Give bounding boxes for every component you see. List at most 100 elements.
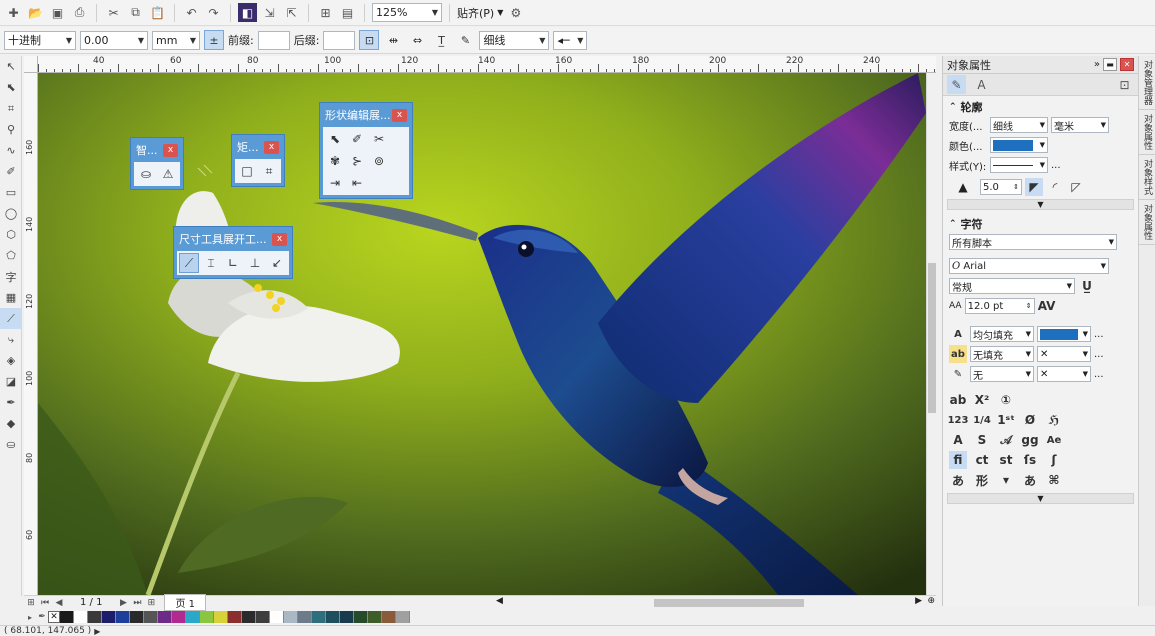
horizontal-vertical-dimension-icon[interactable]: ⌶ [201,253,221,273]
smear-tool-icon[interactable]: ✂ [369,129,389,149]
more-options[interactable]: ... [1094,369,1104,380]
close-icon[interactable]: x [163,143,178,157]
basic-shapes-icon[interactable]: ⬠ [0,245,22,266]
roughen-tool-icon[interactable]: ⇤ [347,173,367,193]
export-icon[interactable]: ⇱ [282,3,301,22]
outline-color-picker[interactable]: ▼ [990,137,1048,153]
small-caps-icon[interactable]: S [973,431,991,449]
minimize-icon[interactable]: ▬ [1103,58,1117,71]
outline-width-select[interactable]: 细线 ▼ [479,30,550,50]
open-folder-icon[interactable]: 📂 [26,3,45,22]
stylistic-icon[interactable]: ① [997,391,1015,409]
miter-limit-input[interactable]: 5.0 ⇕ [980,179,1022,195]
blend-tool-icon[interactable]: ◈ [0,350,22,371]
color-swatch[interactable] [256,611,270,623]
collapse-icon[interactable]: ⌃ [949,102,957,112]
page-options-icon[interactable]: ⊞ [24,597,38,609]
shape-tool-icon[interactable]: ⬉ [0,77,22,98]
smart-fill-icon[interactable]: ⛀ [0,434,22,455]
color-swatch[interactable] [382,611,396,623]
petite-caps-icon[interactable]: Ae [1045,431,1063,449]
zoom-select[interactable]: 125% ▼ [372,3,442,22]
contextual-alternates-icon[interactable]: 𝒜 [997,431,1015,449]
drawing-canvas[interactable]: 智... x ⛀ ⚠ 矩... x □ ⌗ 形状编辑展... x ⬉ ✐ ✂ ✾… [38,73,926,595]
docker-tab[interactable]: 对象属性 [1139,200,1155,245]
prefix-input[interactable] [257,30,290,50]
width-unit-select[interactable]: 毫米 ▼ [1051,117,1109,133]
fraction-icon[interactable]: 1/4 [973,411,991,429]
dynamic-dimension-icon[interactable]: ⊡ [359,30,380,50]
palette-scroll-icon[interactable]: ▸ [24,611,36,623]
expand-section-icon[interactable]: ▼ [947,199,1134,210]
width-variant-icon[interactable]: ▾ [997,471,1015,489]
discretionary-ligatures-icon[interactable]: ct [973,451,991,469]
color-swatch[interactable] [284,611,298,623]
eyedropper-icon[interactable]: ✒ [36,611,48,623]
kerning-icon[interactable]: AV [1038,297,1056,315]
undo-icon[interactable]: ↶ [182,3,201,22]
smart-drawing-icon[interactable]: ⚠ [158,164,178,184]
close-icon[interactable]: x [272,232,287,246]
interactive-fill-icon[interactable]: ◆ [0,413,22,434]
ruby-icon[interactable]: あ [949,471,967,489]
parallel-dimension-icon[interactable]: ⟋ [179,253,199,273]
horizontal-scrollbar[interactable]: ◀ ▶ ⊕ [494,596,936,610]
save-icon[interactable]: ▣ [48,3,67,22]
search-content-icon[interactable]: ◧ [238,3,257,22]
add-page-icon[interactable]: ⊞ [144,597,158,609]
options-icon[interactable]: ⚙ [506,3,525,22]
width-select[interactable]: 细线 ▼ [990,117,1048,133]
next-page-icon[interactable]: ▶ [116,597,130,609]
slashed-zero-icon[interactable]: Ø [1021,411,1039,429]
page-tab[interactable]: 页 1 [164,594,206,611]
three-point-rectangle-icon[interactable]: ⌗ [259,161,279,181]
more-options[interactable]: ... [1094,329,1104,340]
close-icon[interactable]: x [264,140,279,154]
application-launcher-icon[interactable]: ▤ [338,3,357,22]
character-tab-icon[interactable]: A [972,75,991,94]
precision-select[interactable]: 0.00 ▼ [80,30,148,50]
line-style-select[interactable]: ▼ [990,157,1048,173]
text-position-icon[interactable]: ⇹ [383,30,403,50]
no-color-swatch[interactable]: ✕ [48,611,60,623]
scroll-left-icon[interactable]: ◀ [496,596,503,606]
color-swatch[interactable] [130,611,144,623]
copy-icon[interactable]: ⧉ [126,3,145,22]
color-swatch[interactable] [214,611,228,623]
ruler-origin[interactable] [24,56,38,73]
scroll-right-icon[interactable]: ▶ [915,596,922,606]
color-swatch[interactable] [144,611,158,623]
import-icon[interactable]: ⇲ [260,3,279,22]
ellipse-tool-icon[interactable]: ◯ [0,203,22,224]
last-page-icon[interactable]: ⏭ [130,597,144,609]
all-caps-icon[interactable]: A [949,431,967,449]
vertical-ruler[interactable]: 160 140 120 100 80 60 [24,73,38,595]
more-options[interactable]: ... [1094,349,1104,360]
color-swatch[interactable] [396,611,410,623]
color-swatch[interactable] [340,611,354,623]
collapse-icon[interactable]: ⌃ [949,219,957,229]
rectangle-icon[interactable]: □ [237,161,257,181]
eyedropper-tool-icon[interactable]: ✒ [0,392,22,413]
segment-dimension-icon[interactable]: ⊥ [245,253,265,273]
print-icon[interactable]: ⎙ [70,3,89,22]
panel-options-icon[interactable]: ⊡ [1115,75,1134,94]
fill-color-picker[interactable]: ▼ [1037,326,1091,342]
text-icon[interactable]: T̲ [431,30,451,50]
fill-type-select[interactable]: 均匀填充 ▼ [970,326,1034,342]
script-select[interactable]: 所有脚本 ▼ [949,234,1117,250]
background-color-picker[interactable]: ✕ ▼ [1037,346,1091,362]
vertical-scrollbar[interactable] [926,73,937,595]
more-options[interactable]: ... [1051,160,1061,171]
zoom-navigator-icon[interactable]: ⊕ [927,596,935,606]
character-outline-select[interactable]: 无 ▼ [970,366,1034,382]
units-mode-select[interactable]: 十进制 ▼ [4,30,76,50]
superscript-icon[interactable]: X² [973,391,991,409]
shape-variant-icon[interactable]: 形 [973,471,991,489]
text-tool-icon[interactable]: 字 [0,266,22,287]
capitals-icon[interactable]: ab [949,391,967,409]
rectangle-tool-icon[interactable]: ▭ [0,182,22,203]
color-swatch[interactable] [298,611,312,623]
previous-page-icon[interactable]: ◀ [52,597,66,609]
angular-dimension-icon[interactable]: ∟ [223,253,243,273]
